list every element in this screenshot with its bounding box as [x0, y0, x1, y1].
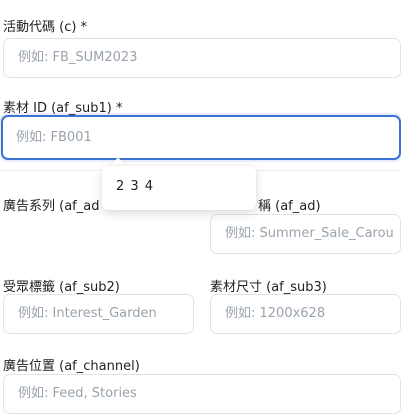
ad-placement-input[interactable]: 例如: Feed, Stories [3, 374, 401, 414]
creative-id-label: 素材 ID (af_sub1) * [3, 101, 123, 116]
audience-tag-input[interactable]: 例如: Interest_Garden [3, 294, 194, 334]
popup-text: 2 3 4 [116, 179, 155, 194]
ad-series-label: 廣告系列 (af_ad [3, 199, 100, 214]
audience-tag-label: 受眾標籤 (af_sub2) [3, 280, 120, 295]
campaign-code-input[interactable]: 例如: FB_SUM2023 [3, 38, 401, 78]
ad-name-label: 稱 (af_ad) [258, 199, 321, 214]
campaign-code-label: 活動代碼 (c) * [3, 20, 88, 35]
ad-name-input[interactable]: 例如: Summer_Sale_Carou [210, 214, 401, 254]
creative-size-placeholder: 例如: 1200x628 [225, 306, 326, 321]
ad-placement-placeholder: 例如: Feed, Stories [18, 386, 137, 401]
creative-id-placeholder: 例如: FB001 [16, 130, 92, 145]
creative-size-input[interactable]: 例如: 1200x628 [210, 294, 401, 334]
ad-placement-label: 廣告位置 (af_channel) [3, 359, 140, 374]
creative-id-input[interactable]: 例如: FB001 [1, 115, 401, 160]
creative-size-label: 素材尺寸 (af_sub3) [210, 280, 327, 295]
audience-tag-placeholder: 例如: Interest_Garden [18, 306, 157, 321]
campaign-code-placeholder: 例如: FB_SUM2023 [18, 50, 138, 65]
suggestion-popup[interactable]: 2 3 4 [102, 166, 256, 210]
ad-name-placeholder: 例如: Summer_Sale_Carou [225, 226, 394, 241]
